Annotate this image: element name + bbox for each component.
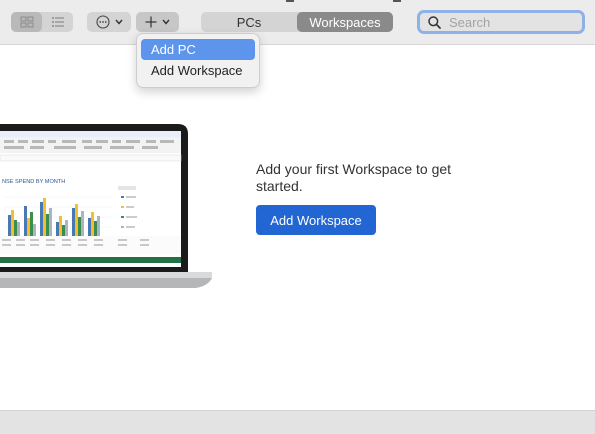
chevron-down-icon [114, 19, 123, 25]
window-edge [393, 0, 401, 2]
view-mode-toggle[interactable] [11, 12, 73, 32]
list-view-button[interactable] [42, 12, 73, 32]
pcs-workspaces-tabs: PCs Workspaces [201, 12, 393, 32]
grid-view-button[interactable] [11, 12, 42, 32]
add-button[interactable] [136, 12, 179, 32]
tab-pcs[interactable]: PCs [201, 12, 297, 32]
onboarding-message: Add your first Workspace to get started. [256, 161, 452, 194]
tab-workspaces[interactable]: Workspaces [297, 12, 393, 32]
list-view-icon [51, 17, 64, 27]
search-placeholder: Search [449, 14, 491, 30]
status-bar [0, 410, 595, 434]
ellipsis-circle-icon [95, 15, 110, 29]
toolbar: PCs Workspaces Search [0, 0, 595, 45]
window-edge [286, 0, 294, 2]
add-workspace-button[interactable]: Add Workspace [256, 205, 376, 235]
laptop-illustration: NSE SPEND BY MONTH [0, 122, 215, 292]
grid-view-icon [20, 16, 33, 28]
search-icon [428, 15, 441, 29]
menu-item-add-workspace[interactable]: Add Workspace [141, 60, 255, 81]
illustration-chart-title: NSE SPEND BY MONTH [2, 179, 65, 185]
menu-item-add-pc[interactable]: Add PC [141, 39, 255, 60]
search-input[interactable]: Search [417, 10, 585, 34]
more-actions-button[interactable] [87, 12, 131, 32]
add-menu: Add PC Add Workspace [136, 33, 260, 88]
chevron-down-icon [162, 19, 170, 25]
plus-icon [145, 16, 157, 28]
